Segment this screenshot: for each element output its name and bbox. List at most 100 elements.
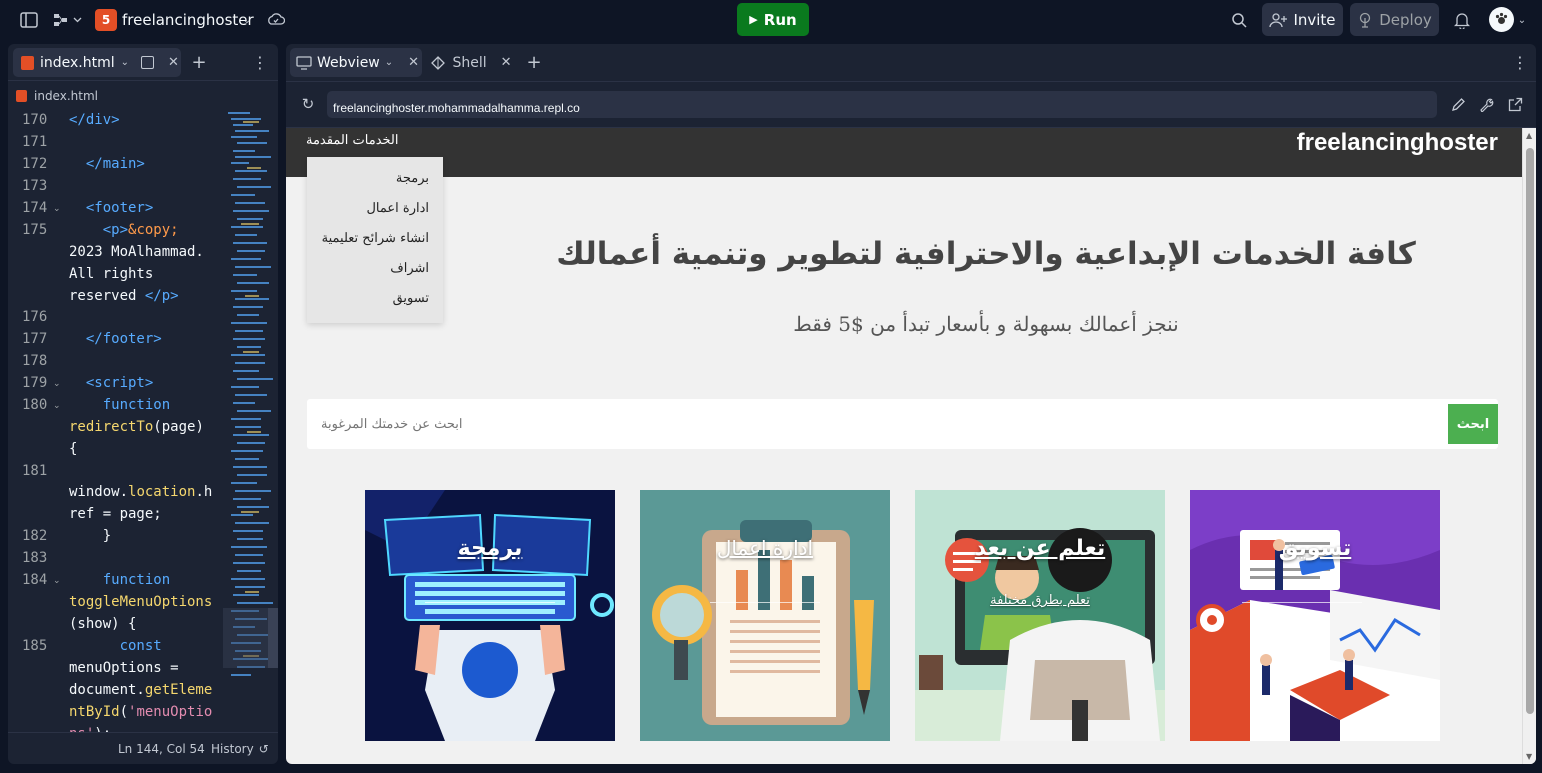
fold-chevron-icon[interactable]: ⌄ <box>53 401 61 411</box>
deploy-icon <box>1360 12 1371 28</box>
more-options-icon[interactable]: ⋮ <box>1512 52 1528 72</box>
fold-chevron-icon[interactable]: ⌄ <box>53 204 61 214</box>
line-number: 177 <box>22 331 48 347</box>
card-title[interactable]: برمجة <box>365 536 615 561</box>
html5-icon <box>21 55 34 70</box>
close-tab-icon[interactable]: ✕ <box>408 55 419 70</box>
more-options-icon[interactable]: ⋮ <box>252 52 268 72</box>
search-input[interactable] <box>307 399 1447 449</box>
service-card-marketing[interactable]: تسويق <box>1190 490 1440 741</box>
line-number: 170 <box>22 112 48 128</box>
file-breadcrumb[interactable]: index.html <box>16 86 98 106</box>
dropdown-item[interactable]: ادارة اعمال <box>319 201 443 216</box>
edit-pencil-icon[interactable] <box>1448 94 1468 114</box>
add-tab-icon[interactable]: + <box>189 52 209 73</box>
service-card-business[interactable]: ادارة اعمال <box>640 490 890 741</box>
avatar[interactable] <box>1489 7 1514 32</box>
card-subtitle[interactable]: تعلم بطرق مختلفة <box>915 593 1165 608</box>
scroll-up-arrow-icon[interactable]: ▲ <box>1526 131 1532 140</box>
card-title[interactable]: تعلم عن بعد <box>915 536 1165 561</box>
code-line: { <box>69 441 78 457</box>
code-line: (show) { <box>69 616 137 632</box>
avatar-chevron-icon[interactable]: ⌄ <box>1516 11 1528 29</box>
card-underline <box>710 602 820 603</box>
code-line: reserved </p> <box>69 288 179 304</box>
chevron-down-icon[interactable]: ⌄ <box>121 57 129 68</box>
code-line: <p>&copy; <box>102 222 179 238</box>
open-new-tab-icon[interactable] <box>1505 94 1525 114</box>
minimap[interactable] <box>223 110 278 732</box>
close-tab-icon[interactable]: ✕ <box>501 55 512 70</box>
code-line: </main> <box>85 156 145 172</box>
code-line: ref = page; <box>69 506 162 522</box>
play-icon: ▶ <box>749 13 758 26</box>
service-card-elearning[interactable]: تعلم عن بعد تعلم بطرق مختلفة <box>915 490 1165 741</box>
add-tab-icon[interactable]: + <box>524 52 544 73</box>
html5-icon <box>16 90 27 102</box>
editor-tab-label: index.html <box>40 54 115 71</box>
dropdown-item[interactable]: تسويق <box>319 291 443 306</box>
run-button[interactable]: ▶ Run <box>737 3 809 36</box>
search-icon[interactable] <box>1228 9 1250 31</box>
code-line: const <box>119 638 162 654</box>
invite-button[interactable]: Invite <box>1262 3 1343 36</box>
code-line: document.getEleme <box>69 682 213 698</box>
site-brand[interactable]: freelancinghoster <box>1297 129 1498 157</box>
service-card-programming[interactable]: برمجة <box>365 490 615 741</box>
scroll-down-arrow-icon[interactable]: ▼ <box>1526 752 1532 761</box>
html5-icon: 5 <box>95 9 117 31</box>
line-number: 181 <box>22 463 48 479</box>
card-title[interactable]: ادارة اعمال <box>640 536 890 560</box>
fold-chevron-icon[interactable]: ⌄ <box>53 576 61 586</box>
reload-icon[interactable]: ↻ <box>298 94 318 114</box>
close-tab-icon[interactable]: ✕ <box>168 55 179 70</box>
line-number: 171 <box>22 134 48 150</box>
code-area[interactable]: 170 171 172 173 174 175 176 177 178 179 … <box>8 110 223 732</box>
format-icon[interactable] <box>141 56 155 69</box>
sidebar-toggle-icon[interactable] <box>18 10 40 30</box>
project-tree-icon[interactable] <box>52 10 86 30</box>
url-field[interactable]: freelancinghoster.mohammadalhamma.repl.c… <box>327 91 1437 118</box>
business-illustration <box>640 490 890 741</box>
code-line: <script> <box>85 375 154 391</box>
code-line: toggleMenuOptions <box>69 594 213 610</box>
hero-subheadline: ننجز أعمالك بسهولة و بأسعار تبدأ من $5 ف… <box>793 312 1179 336</box>
line-number: 183 <box>22 550 48 566</box>
tab-webview[interactable]: Webview ⌄ ✕ <box>290 48 422 77</box>
cloud-sync-icon[interactable] <box>266 10 286 30</box>
code-line: </div> <box>69 112 120 128</box>
site-viewport: freelancinghoster الخدمات المقدمة برمجة … <box>286 128 1536 764</box>
dropdown-item[interactable]: برمجة <box>319 171 443 186</box>
editor-tab[interactable]: index.html ⌄ ✕ <box>13 48 181 77</box>
chevron-down-icon[interactable]: ⌄ <box>241 11 253 29</box>
search-button[interactable]: ابحث <box>1448 404 1498 444</box>
line-number: 180 <box>22 397 48 413</box>
deploy-label: Deploy <box>1379 10 1432 29</box>
code-line: ntById('menuOptio <box>69 704 213 720</box>
cursor-position[interactable]: Ln 144, Col 54 <box>118 742 205 756</box>
bell-icon[interactable] <box>1451 9 1473 31</box>
tab-shell-label: Shell <box>452 54 487 71</box>
dropdown-item[interactable]: اشراف <box>319 261 443 276</box>
card-underline <box>1242 602 1362 603</box>
history-button[interactable]: History ↺ <box>211 742 269 756</box>
card-title[interactable]: تسويق <box>1190 536 1440 561</box>
scrollbar-thumb[interactable] <box>1526 148 1534 714</box>
url-bar-row: ↻ freelancinghoster.mohammadalhamma.repl… <box>286 82 1536 128</box>
search-form: ابحث <box>307 399 1498 449</box>
webview-tab-bar: Webview ⌄ ✕ Shell ✕ + ⋮ <box>286 44 1536 82</box>
devtools-wrench-icon[interactable] <box>1476 94 1496 114</box>
dropdown-item[interactable]: انشاء شرائح تعليمية <box>319 231 443 246</box>
chevron-down-icon[interactable]: ⌄ <box>385 57 393 68</box>
top-bar: 5 freelancinghoster ⌄ ▶ Run Invite Deplo… <box>0 0 1542 40</box>
deploy-button[interactable]: Deploy <box>1350 3 1439 36</box>
shell-icon <box>431 55 446 70</box>
programming-illustration <box>365 490 615 741</box>
project-name[interactable]: freelancinghoster <box>122 10 254 30</box>
site-scrollbar[interactable]: ▲ ▼ <box>1522 128 1536 764</box>
monitor-icon <box>296 55 312 70</box>
fold-chevron-icon[interactable]: ⌄ <box>53 379 61 389</box>
line-number: 175 <box>22 222 48 238</box>
tab-shell[interactable]: Shell ✕ <box>430 48 512 77</box>
services-menu-label[interactable]: الخدمات المقدمة <box>306 133 399 148</box>
